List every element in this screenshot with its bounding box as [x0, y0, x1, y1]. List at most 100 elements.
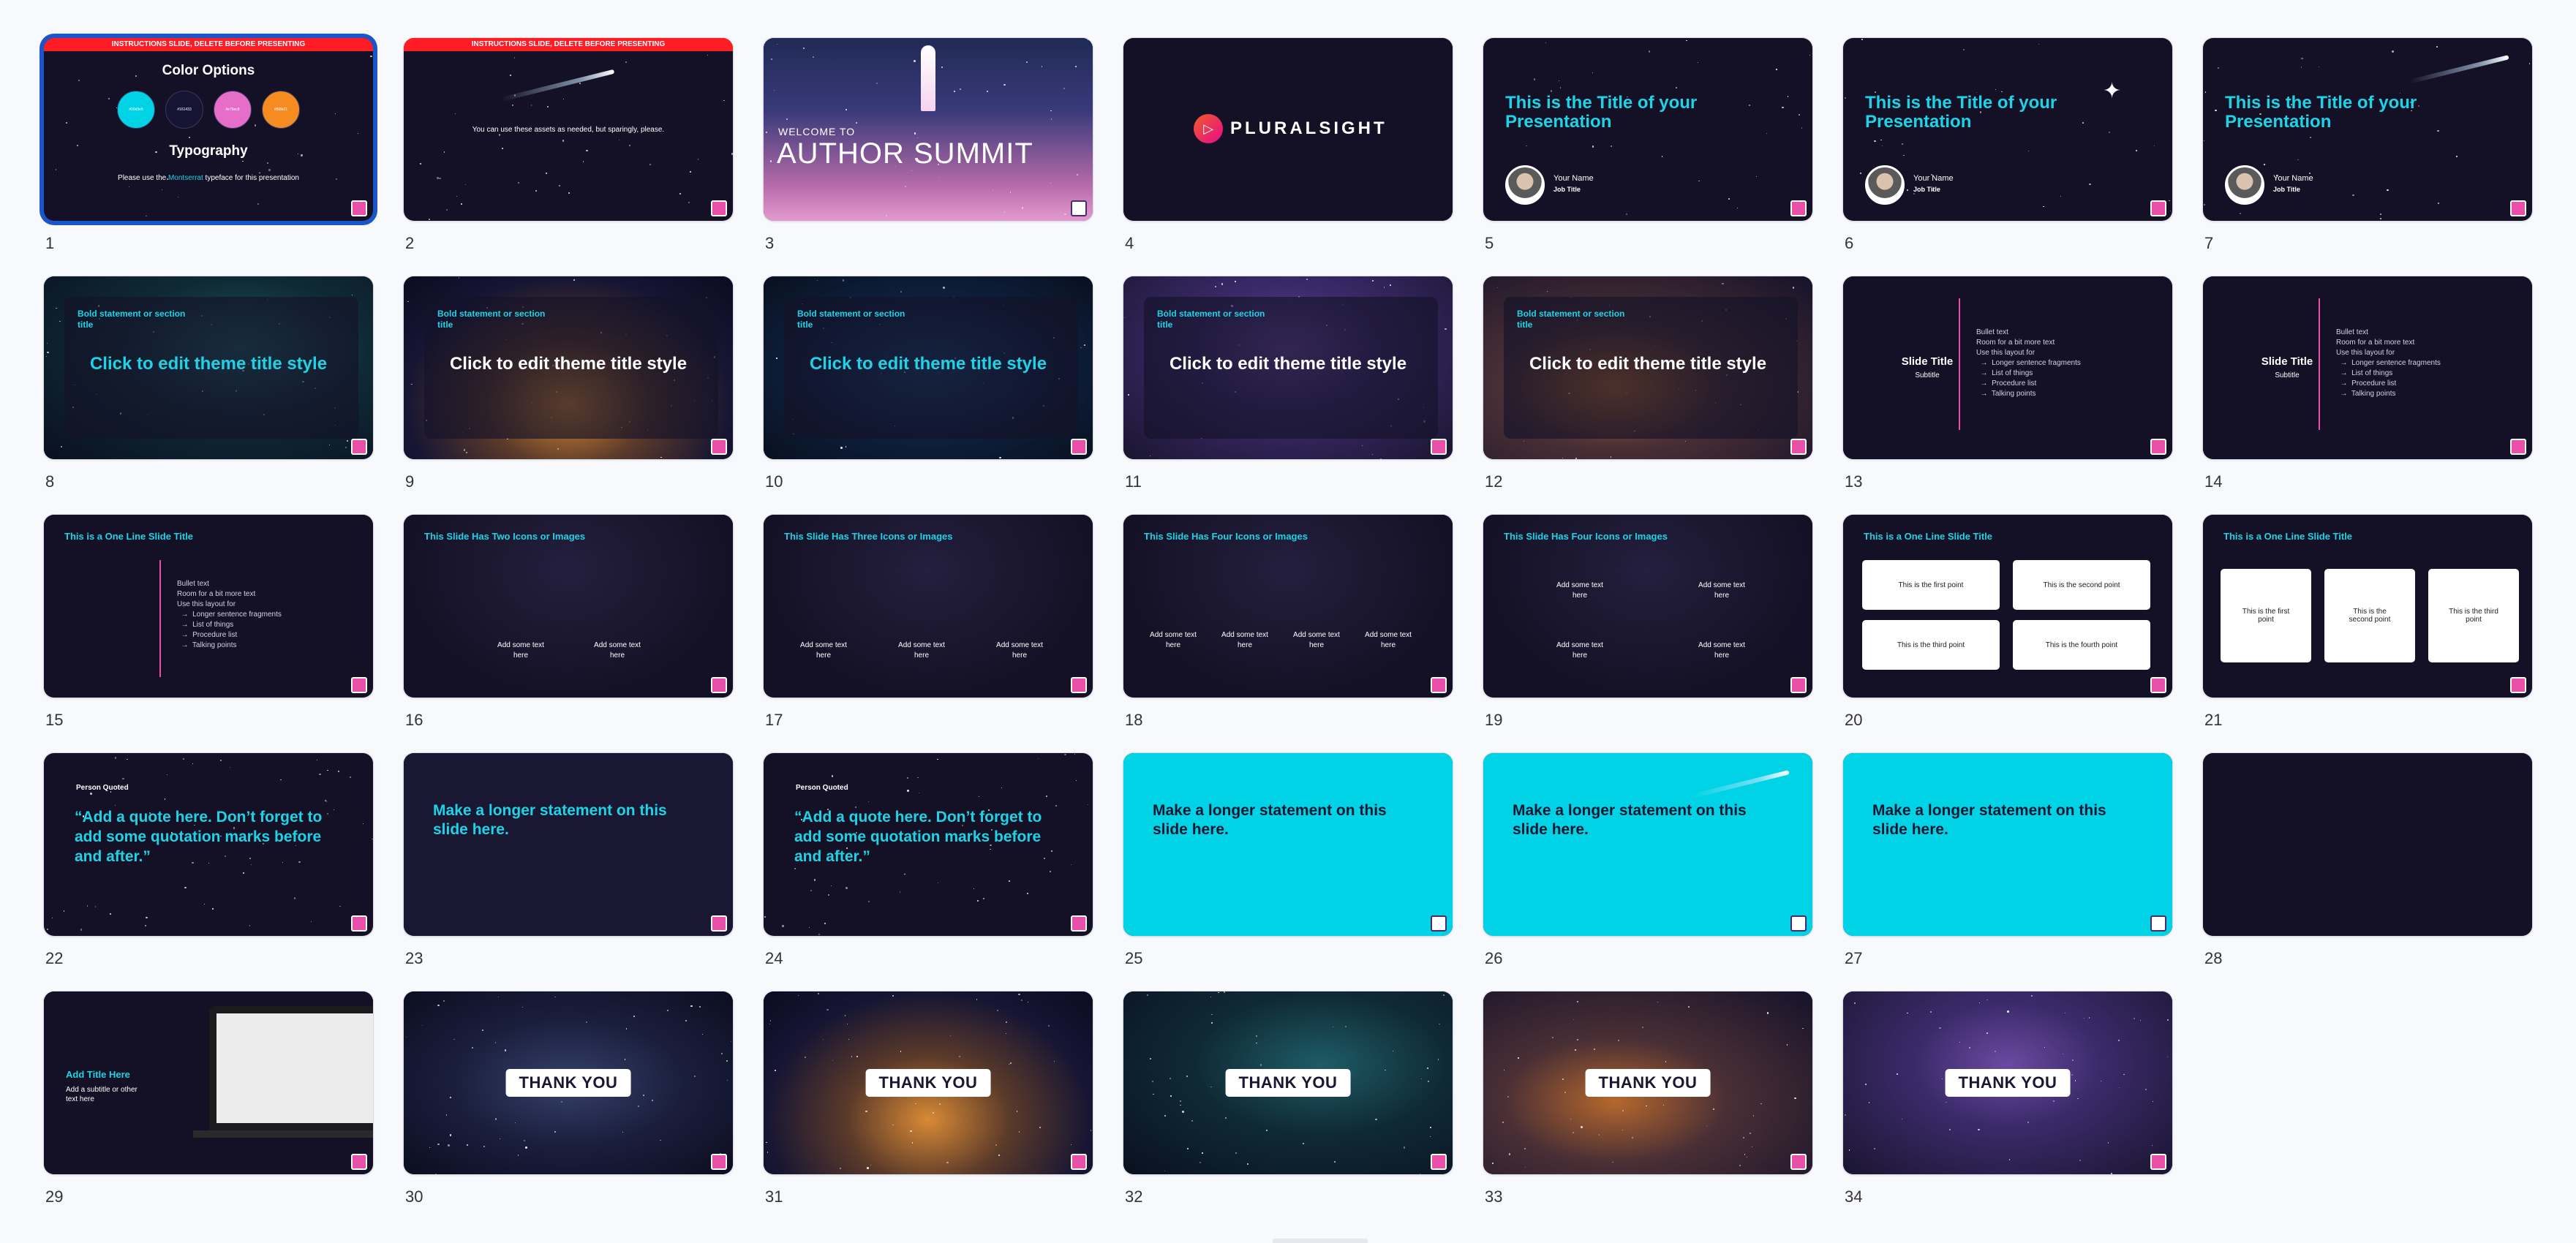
star-decoration [822, 1038, 824, 1040]
star-decoration [1306, 278, 1308, 281]
slide-preview[interactable]: Person Quoted “Add a quote here. Don’t fo… [44, 753, 373, 936]
slide-preview[interactable]: Bold statement or section title Click to … [404, 276, 733, 459]
slide-canvas: Make a longer statement on this slide he… [1123, 753, 1453, 936]
slide-preview[interactable]: Slide Title Subtitle Bullet text Room for … [2203, 276, 2532, 459]
slide-canvas: This Slide Has Four Icons or Images Add s… [1123, 515, 1453, 698]
icon-caption: Add some text here [1556, 641, 1603, 660]
star-decoration [1848, 1149, 1850, 1151]
summit-logo-icon [1071, 200, 1087, 216]
color-options-heading: Color Options [162, 63, 255, 78]
slide-preview[interactable]: ▷ PLURALSIGHT [1123, 38, 1453, 221]
presenter-name: Your Name [1913, 174, 1954, 183]
slide-preview[interactable]: WELCOME TO AUTHOR SUMMIT [764, 38, 1093, 221]
star-decoration [1963, 48, 1965, 50]
star-decoration [1792, 287, 1794, 289]
star-decoration [280, 779, 282, 780]
quote-text: “Add a quote here. Don’t forget to add s… [75, 809, 323, 865]
slide-preview[interactable]: THANK YOU [404, 991, 733, 1174]
star-decoration [1180, 1100, 1182, 1102]
star-decoration [2107, 1142, 2109, 1144]
star-decoration [1794, 1097, 1796, 1100]
slide-number: 23 [405, 949, 423, 967]
star-decoration [1524, 1147, 1526, 1149]
slide-preview[interactable]: Person Quoted “Add a quote here. Don’t fo… [764, 753, 1093, 936]
star-decoration [1210, 1013, 1213, 1016]
star-decoration [1661, 156, 1663, 157]
star-decoration [1686, 39, 1687, 42]
star-decoration [996, 1010, 998, 1012]
slide-preview[interactable]: THANK YOU [1843, 991, 2172, 1174]
slide-preview[interactable]: Bold statement or section title Click to … [1123, 276, 1453, 459]
slide-canvas: THANK YOU [404, 991, 733, 1174]
comet-icon [1689, 770, 1790, 799]
slide-preview[interactable]: THANK YOU [1483, 991, 1812, 1174]
slide-preview[interactable]: This is a One Line Slide Title This is th… [2203, 515, 2532, 698]
star-decoration [1739, 1165, 1741, 1167]
slide-title: This Slide Has Four Icons or Images [1144, 531, 1308, 542]
icon-caption: Add some text here [1221, 631, 1268, 649]
star-decoration [450, 1097, 451, 1098]
slide-preview[interactable]: THANK YOU [1123, 991, 1453, 1174]
star-decoration [1631, 1136, 1633, 1138]
slide-preview[interactable]: This Slide Has Two Icons or Images Add so… [404, 515, 733, 698]
star-decoration [1430, 1127, 1432, 1129]
slide-preview[interactable]: Make a longer statement on this slide he… [1843, 753, 2172, 936]
summit-logo-icon [1071, 677, 1087, 693]
star-decoration [937, 759, 938, 760]
slide-preview[interactable]: This Slide Has Three Icons or Images Add … [764, 515, 1093, 698]
slide-preview[interactable]: INSTRUCTIONS SLIDE, DELETE BEFORE PRESEN… [44, 38, 373, 221]
slide-title: This Slide Has Three Icons or Images [784, 531, 953, 542]
star-decoration [707, 55, 709, 56]
slide-preview[interactable]: This Slide Has Four Icons or Images Add s… [1483, 515, 1812, 698]
presentation-title: This is the Title of your Presentation [1505, 93, 1698, 132]
star-decoration [1018, 1131, 1020, 1133]
slide-preview[interactable]: Make a longer statement on this slide he… [1123, 753, 1453, 936]
color-swatch: #e76ec8 [214, 91, 252, 129]
star-decoration [688, 202, 690, 203]
star-decoration [1959, 1041, 1960, 1043]
slide-preview[interactable]: Make a longer statement on this slide he… [404, 753, 733, 936]
slide-preview[interactable]: This is the Title of your Presentation Yo… [1483, 38, 1812, 221]
slide-preview[interactable] [2203, 753, 2532, 936]
star-decoration [721, 1053, 723, 1054]
star-decoration [1646, 1105, 1647, 1107]
star-decoration [2203, 140, 2205, 142]
slide-preview[interactable]: INSTRUCTIONS SLIDE, DELETE BEFORE PRESEN… [404, 38, 733, 221]
slide-thumbnail-4: ▷ PLURALSIGHT 4 [1121, 35, 1455, 273]
star-decoration [1712, 1108, 1714, 1110]
slide-preview[interactable]: Bold statement or section title Click to … [764, 276, 1093, 459]
star-decoration [766, 1141, 767, 1143]
slide-canvas: THANK YOU [1483, 991, 1812, 1174]
slide-thumbnail-13: Slide Title Subtitle Bullet text Room for … [1840, 273, 2175, 512]
slide-preview[interactable]: This is the Title of your Presentation Yo… [2203, 38, 2532, 221]
slide-number: 19 [1485, 711, 1503, 729]
slide-thumbnail-32: THANK YOU 32 [1121, 989, 1455, 1227]
star-decoration [161, 189, 163, 191]
slide-preview[interactable]: Bold statement or section title Click to … [1483, 276, 1812, 459]
scroll-handle[interactable] [1273, 1239, 1368, 1243]
star-decoration [2387, 189, 2389, 192]
divider-line [159, 560, 161, 677]
star-decoration [865, 1111, 867, 1113]
slide-preview[interactable]: This Slide Has Four Icons or Images Add s… [1123, 515, 1453, 698]
star-decoration [337, 770, 339, 772]
slide-preview[interactable]: Slide Title Subtitle Bullet text Room for … [1843, 276, 2172, 459]
star-decoration [456, 196, 458, 197]
icon-caption: Add some text here [594, 641, 641, 660]
typography-note: Please use the Montserrat typeface for t… [118, 174, 299, 182]
slide-number: 12 [1485, 472, 1503, 491]
slide-preview[interactable]: ✦ This is the Title of your Presentation Y… [1843, 38, 2172, 221]
star-decoration [1186, 1076, 1189, 1078]
slide-preview[interactable]: This is a One Line Slide Title Bullet tex… [44, 515, 373, 698]
slide-number: 33 [1485, 1187, 1503, 1206]
star-decoration [1775, 69, 1777, 70]
slide-number: 10 [765, 472, 783, 491]
slide-preview[interactable]: This is a One Line Slide Title This is th… [1843, 515, 2172, 698]
slide-preview[interactable]: Add Title Here Add a subtitle or other te… [44, 991, 373, 1174]
star-decoration [1191, 1119, 1194, 1122]
slide-preview[interactable]: THANK YOU [764, 991, 1093, 1174]
star-decoration [327, 769, 329, 771]
star-decoration [439, 177, 441, 179]
slide-preview[interactable]: Bold statement or section title Click to … [44, 276, 373, 459]
slide-preview[interactable]: Make a longer statement on this slide he… [1483, 753, 1812, 936]
